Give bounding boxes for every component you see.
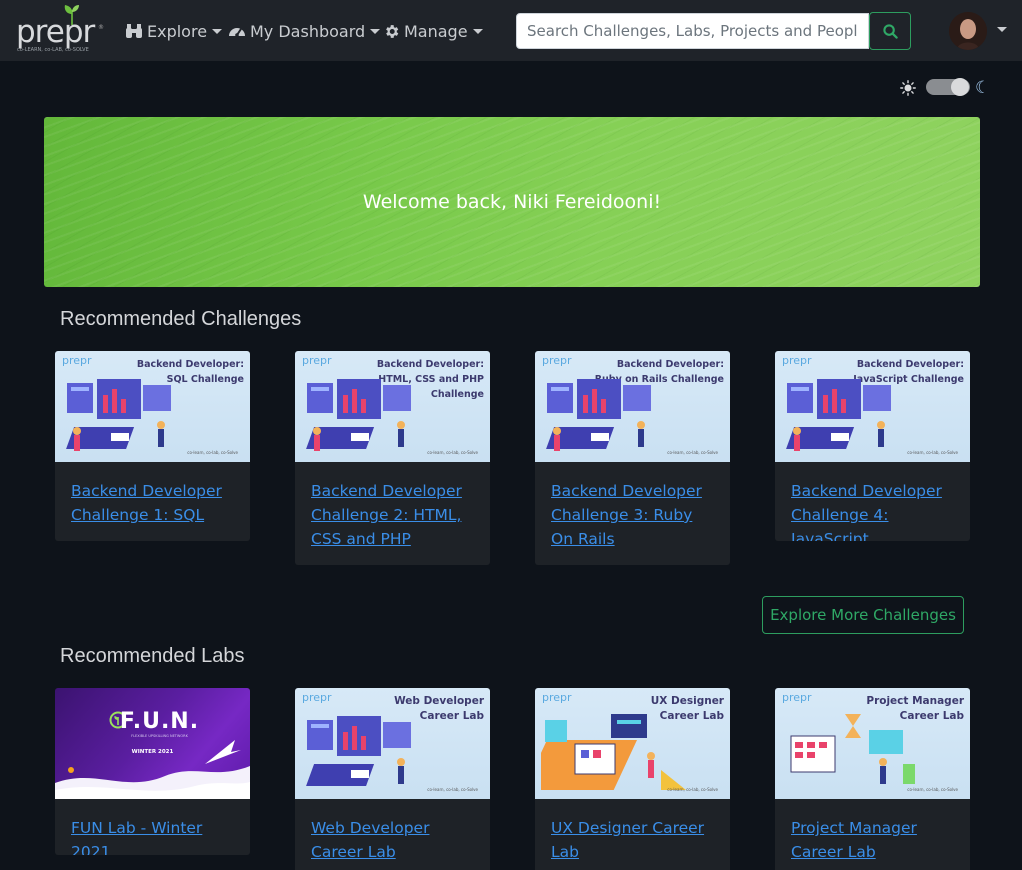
search-button[interactable] xyxy=(869,12,911,50)
lab-link[interactable]: Web Developer Career Lab xyxy=(295,799,490,864)
developer-illustration xyxy=(306,716,411,786)
thumbnail-logo: prepr xyxy=(62,354,92,367)
developer-illustration xyxy=(546,379,651,451)
thumbnail-footer: co-learn, co-lab, co-Solve xyxy=(667,450,718,455)
challenge-thumbnail[interactable]: prepr Backend Developer: JavaScript Chal… xyxy=(775,351,970,462)
theme-toggle[interactable] xyxy=(926,78,970,96)
nav-dashboard-label: My Dashboard xyxy=(250,21,366,41)
avatar-photo xyxy=(949,12,987,50)
theme-toggle-knob xyxy=(951,78,969,96)
lab-thumbnail[interactable]: prepr UX Designer Career Lab co-learn, c… xyxy=(535,688,730,799)
thumbnail-logo: prepr xyxy=(782,354,812,367)
brand-wordmark: prepr xyxy=(16,14,95,50)
lab-card[interactable]: prepr Web Developer Career Lab co-learn,… xyxy=(295,688,490,870)
nav-manage[interactable]: Manage xyxy=(383,20,483,42)
chevron-down-icon[interactable] xyxy=(997,27,1007,32)
chevron-down-icon xyxy=(472,28,483,34)
thumbnail-logo: prepr xyxy=(302,691,332,704)
nav-my-dashboard[interactable]: My Dashboard xyxy=(228,20,381,42)
sun-icon xyxy=(900,80,916,96)
lab-link[interactable]: UX Designer Career Lab xyxy=(535,799,730,864)
chevron-down-icon xyxy=(370,28,381,34)
thumbnail-footer: co-learn, co-lab, co-Solve xyxy=(427,787,478,792)
challenge-thumbnail[interactable]: prepr Backend Developer: Ruby on Rails C… xyxy=(535,351,730,462)
wave-graphic xyxy=(55,740,250,799)
brand-logo[interactable]: prepr ® co-LEARN, co-LAB, co-SOLVE xyxy=(16,5,106,54)
recommended-challenges-heading: Recommended Challenges xyxy=(60,308,302,330)
lab-card[interactable]: prepr Project Manager Career Lab co-lear… xyxy=(775,688,970,870)
challenge-link[interactable]: Backend Developer Challenge 4: JavaScrip… xyxy=(775,462,970,541)
registered-mark: ® xyxy=(98,24,104,31)
thumbnail-footer: co-learn, co-lab, co-Solve xyxy=(427,450,478,455)
challenge-card[interactable]: prepr Backend Developer: SQL Challenge c… xyxy=(55,351,250,541)
binoculars-icon xyxy=(126,24,142,38)
challenge-thumbnail[interactable]: prepr Backend Developer: HTML, CSS and P… xyxy=(295,351,490,462)
developer-illustration xyxy=(786,379,891,451)
challenge-card[interactable]: prepr Backend Developer: Ruby on Rails C… xyxy=(535,351,730,565)
thumbnail-footer: co-learn, co-lab, co-Solve xyxy=(667,787,718,792)
nav-explore[interactable]: Explore xyxy=(125,20,223,42)
thumbnail-footer: co-learn, co-lab, co-Solve xyxy=(907,450,958,455)
thumbnail-logo: prepr xyxy=(302,354,332,367)
recommended-labs-heading: Recommended Labs xyxy=(60,645,245,667)
explore-more-challenges-button[interactable]: Explore More Challenges xyxy=(762,596,964,634)
lab-thumbnail[interactable]: prepr Web Developer Career Lab co-learn,… xyxy=(295,688,490,799)
challenge-card[interactable]: prepr Backend Developer: HTML, CSS and P… xyxy=(295,351,490,565)
brand-tagline: co-LEARN, co-LAB, co-SOLVE xyxy=(17,47,89,53)
nav-explore-label: Explore xyxy=(147,21,208,41)
lab-card[interactable]: prepr UX Designer Career Lab co-learn, c… xyxy=(535,688,730,870)
thumbnail-footer: co-learn, co-lab, co-Solve xyxy=(187,450,238,455)
challenge-link[interactable]: Backend Developer Challenge 3: Ruby On R… xyxy=(535,462,730,551)
thumbnail-logo: prepr xyxy=(542,691,572,704)
lab-card[interactable]: F.U.N. FLEXIBLE UPSKILLING NETWORK WINTE… xyxy=(55,688,250,855)
lab-link[interactable]: FUN Lab - Winter 2021 xyxy=(55,799,250,855)
top-navbar: prepr ® co-LEARN, co-LAB, co-SOLVE Explo… xyxy=(0,0,1022,61)
welcome-banner: Welcome back, Niki Fereidooni! xyxy=(44,117,980,287)
developer-illustration xyxy=(306,379,411,451)
chevron-down-icon xyxy=(212,28,223,34)
search-input[interactable] xyxy=(516,13,869,49)
project-manager-illustration xyxy=(790,714,915,784)
developer-illustration xyxy=(66,379,171,451)
challenge-link[interactable]: Backend Developer Challenge 2: HTML, CSS… xyxy=(295,462,490,551)
lab-thumbnail[interactable]: F.U.N. FLEXIBLE UPSKILLING NETWORK WINTE… xyxy=(55,688,250,799)
ux-design-illustration xyxy=(541,714,686,790)
thumbnail-logo: prepr xyxy=(542,354,572,367)
search-icon xyxy=(882,23,898,39)
user-avatar[interactable] xyxy=(949,12,987,50)
moon-icon: ☾ xyxy=(975,78,991,98)
nav-manage-label: Manage xyxy=(404,21,468,41)
thumbnail-footer: co-learn, co-lab, co-Solve xyxy=(907,787,958,792)
dashboard-gauge-icon xyxy=(229,28,245,37)
thumbnail-logo: prepr xyxy=(782,691,812,704)
challenge-card[interactable]: prepr Backend Developer: JavaScript Chal… xyxy=(775,351,970,541)
challenge-thumbnail[interactable]: prepr Backend Developer: SQL Challenge c… xyxy=(55,351,250,462)
challenge-link[interactable]: Backend Developer Challenge 1: SQL xyxy=(55,462,250,527)
lab-link[interactable]: Project Manager Career Lab xyxy=(775,799,970,864)
gear-icon xyxy=(386,24,399,38)
lab-thumbnail[interactable]: prepr Project Manager Career Lab co-lear… xyxy=(775,688,970,799)
welcome-message: Welcome back, Niki Fereidooni! xyxy=(362,191,662,213)
